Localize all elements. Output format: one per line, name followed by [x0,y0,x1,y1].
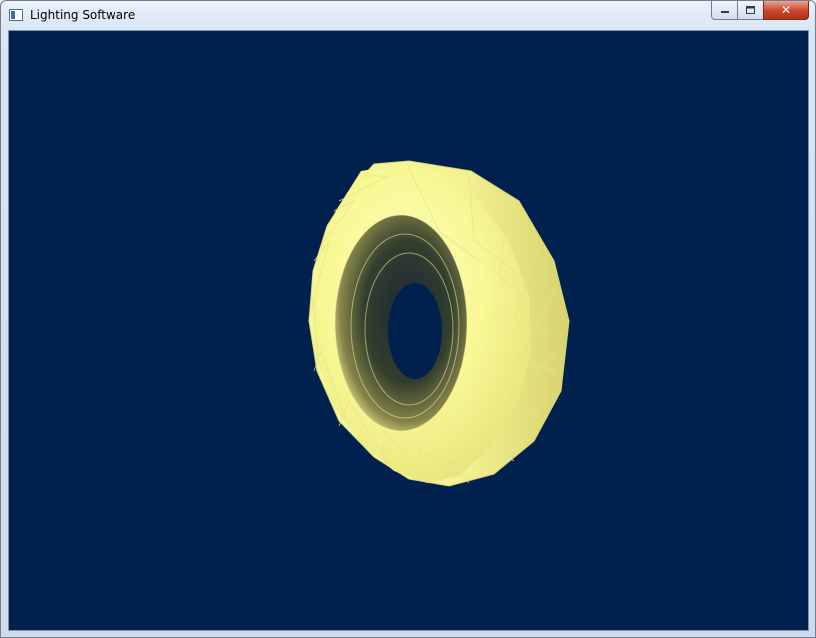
close-button[interactable]: ✕ [763,1,809,20]
minimize-button[interactable] [711,1,737,20]
app-window: Lighting Software ✕ [0,0,816,638]
app-icon [9,9,23,21]
window-title: Lighting Software [30,8,136,22]
maximize-icon [746,6,755,14]
caption-buttons: ✕ [711,1,809,21]
close-icon: ✕ [780,3,792,17]
torus-object [308,160,570,487]
title-bar[interactable]: Lighting Software ✕ [1,1,815,31]
torus-hole [388,283,442,379]
torus-render [308,160,570,487]
minimize-icon [720,11,729,13]
maximize-button[interactable] [737,1,763,20]
render-viewport[interactable] [8,30,809,631]
